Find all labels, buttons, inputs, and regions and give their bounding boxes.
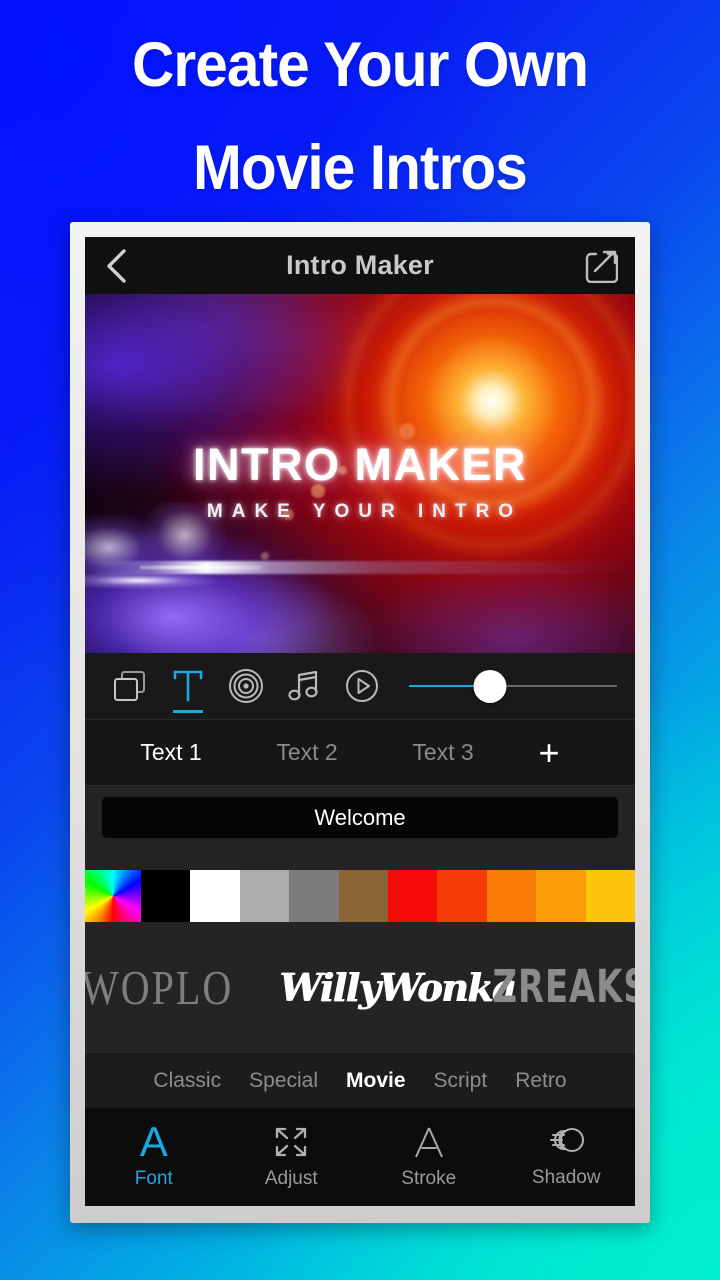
tab-text-1[interactable]: Text 1 — [103, 739, 239, 766]
preview-title: INTRO MAKER — [193, 439, 527, 491]
nav-item-stroke[interactable]: Stroke — [360, 1125, 498, 1190]
color-palette — [85, 870, 635, 922]
preview-lightning-bolt — [85, 502, 316, 653]
expand-arrows-icon — [276, 1127, 307, 1156]
color-swatch-orange[interactable] — [486, 870, 537, 922]
font-sample-item[interactable]: PWOPLO — [85, 958, 279, 1015]
tab-text-3[interactable]: Text 3 — [375, 739, 511, 766]
preview-text-block: INTRO MAKER MAKE YOUR INTRO — [85, 439, 635, 523]
font-sample-list[interactable]: PWOPLO WillyWonka ZREAKSNFI — [85, 922, 635, 1052]
category-script[interactable]: Script — [434, 1069, 488, 1093]
color-swatch-lightgray[interactable] — [239, 870, 290, 922]
text-icon — [173, 670, 203, 702]
slider-knob[interactable] — [473, 669, 507, 703]
shadow-circle-icon — [550, 1127, 585, 1152]
font-sample-item-selected[interactable]: WillyWonka — [279, 965, 516, 1010]
nav-item-shadow[interactable]: Shadow — [498, 1126, 636, 1189]
category-movie[interactable]: Movie — [346, 1069, 406, 1093]
duration-slider[interactable] — [409, 653, 617, 719]
letter-a-icon: A — [139, 1117, 168, 1165]
color-wheel-picker[interactable] — [85, 870, 141, 922]
font-sample-item[interactable]: ZREAKSNFI — [487, 961, 635, 1012]
phone-frame: Intro Maker INTRO MAKER MAKE YOUR INTRO … — [70, 222, 650, 1223]
text-tool-button[interactable] — [159, 653, 217, 719]
text-input[interactable] — [102, 797, 618, 838]
text-layer-tabs: Text 1 Text 2 Text 3 + — [85, 720, 635, 786]
color-swatch-gray[interactable] — [289, 870, 339, 922]
color-swatch-brown[interactable] — [338, 870, 389, 922]
editor-toolbar — [85, 653, 635, 720]
color-swatch-red[interactable] — [388, 870, 438, 922]
color-swatch-white[interactable] — [190, 870, 240, 922]
share-export-icon — [585, 250, 618, 283]
share-button[interactable] — [581, 246, 621, 286]
effects-tool-button[interactable] — [217, 653, 275, 719]
preview-subtitle: MAKE YOUR INTRO — [206, 501, 523, 523]
tab-text-2[interactable]: Text 2 — [239, 739, 375, 766]
color-swatch-yellow[interactable] — [585, 870, 635, 922]
music-tool-button[interactable] — [275, 653, 333, 719]
play-tool-button[interactable] — [333, 653, 391, 719]
layers-tool-button[interactable] — [101, 653, 159, 719]
promo-headline: Create Your Own Movie Intros — [25, 14, 695, 220]
nav-item-adjust[interactable]: Adjust — [223, 1125, 361, 1190]
color-swatch-orangered[interactable] — [437, 870, 487, 922]
nav-label-shadow: Shadow — [531, 1166, 601, 1188]
category-special[interactable]: Special — [249, 1069, 318, 1093]
play-circle-icon — [346, 670, 378, 702]
outline-a-icon — [414, 1127, 443, 1157]
phone-screen: Intro Maker INTRO MAKER MAKE YOUR INTRO … — [85, 237, 635, 1206]
preview-bokeh-orb — [398, 423, 415, 440]
nav-label-font: Font — [134, 1167, 173, 1189]
font-category-tabs: Classic Special Movie Script Retro — [85, 1052, 635, 1108]
layers-icon — [114, 671, 145, 701]
app-header: Intro Maker — [85, 237, 635, 294]
back-button[interactable] — [99, 246, 133, 286]
category-classic[interactable]: Classic — [153, 1069, 221, 1093]
add-text-button[interactable]: + — [511, 734, 587, 771]
nav-label-adjust: Adjust — [264, 1167, 318, 1189]
category-retro[interactable]: Retro — [515, 1069, 566, 1093]
color-swatch-black[interactable] — [141, 870, 191, 922]
color-swatch-amber[interactable] — [536, 870, 586, 922]
target-rings-icon — [229, 669, 263, 703]
bottom-navigation: A Font Adjust Stroke Shadow — [85, 1108, 635, 1206]
promo-headline-line2: Movie Intros — [193, 133, 528, 203]
preview-flare-core — [140, 565, 261, 571]
nav-item-font[interactable]: A Font — [85, 1117, 223, 1190]
nav-label-stroke: Stroke — [401, 1167, 457, 1189]
intro-preview[interactable]: INTRO MAKER MAKE YOUR INTRO — [85, 294, 635, 653]
promo-headline-line1: Create Your Own — [132, 30, 589, 100]
text-input-area — [85, 786, 635, 870]
music-note-icon — [288, 670, 318, 701]
chevron-left-icon — [107, 248, 126, 283]
page-title: Intro Maker — [286, 250, 434, 280]
